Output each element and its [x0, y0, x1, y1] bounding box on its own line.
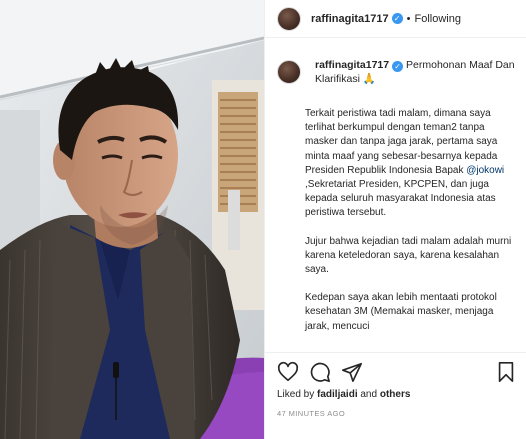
caption-body: Terkait peristiwa tadi malam, dimana say…: [305, 107, 517, 334]
avatar[interactable]: [277, 6, 301, 31]
caption-username-link[interactable]: raffinagita1717: [315, 59, 389, 71]
liked-by-others-link[interactable]: others: [380, 389, 411, 400]
likes-prefix: Liked by: [277, 389, 318, 400]
post-media[interactable]: [0, 0, 264, 439]
verified-badge-icon: ✓: [391, 13, 403, 24]
caption-paragraph: Jujur bahwa kejadian tadi malam adalah m…: [305, 235, 512, 276]
post-photo: [0, 0, 264, 439]
post-actions: Liked by fadiljaidi and others 47 MINUTE…: [265, 352, 526, 438]
caption-avatar[interactable]: [277, 60, 301, 84]
post-timestamp[interactable]: 47 MINUTES AGO: [277, 409, 345, 418]
likes-conj: and: [357, 389, 380, 400]
following-button[interactable]: Following: [415, 13, 461, 25]
heart-icon[interactable]: [277, 361, 299, 383]
caption-paragraph: Kedepan saya akan lebih mentaati protoko…: [305, 292, 497, 332]
username-link[interactable]: raffinagita1717: [311, 13, 389, 25]
bookmark-icon[interactable]: [495, 361, 517, 383]
action-icons: [277, 361, 517, 385]
caption-paragraph: Terkait peristiwa tadi malam, dimana say…: [305, 107, 517, 221]
separator-dot: •: [406, 12, 411, 25]
comment-icon[interactable]: [309, 361, 331, 383]
caption-title-line: raffinagita1717 ✓ Permohonan Maaf Dan Kla…: [315, 58, 515, 86]
mention-link[interactable]: @jokowi: [466, 165, 504, 176]
caption: raffinagita1717 ✓ Permohonan Maaf Dan Kla…: [265, 58, 526, 346]
likes-summary: Liked by fadiljaidi and others: [277, 389, 410, 400]
post-sidebar: raffinagita1717 ✓ • Following raffinagit…: [264, 0, 526, 439]
send-icon[interactable]: [341, 361, 363, 383]
liked-by-user-link[interactable]: fadiljaidi: [317, 389, 358, 400]
caption-text: ,Sekretariat Presiden, KPCPEN, dan juga …: [305, 179, 496, 219]
verified-badge-icon: ✓: [392, 61, 404, 72]
caption-header: raffinagita1717 ✓ Permohonan Maaf Dan Kla…: [265, 58, 526, 86]
post-header: raffinagita1717 ✓ • Following: [265, 0, 526, 38]
